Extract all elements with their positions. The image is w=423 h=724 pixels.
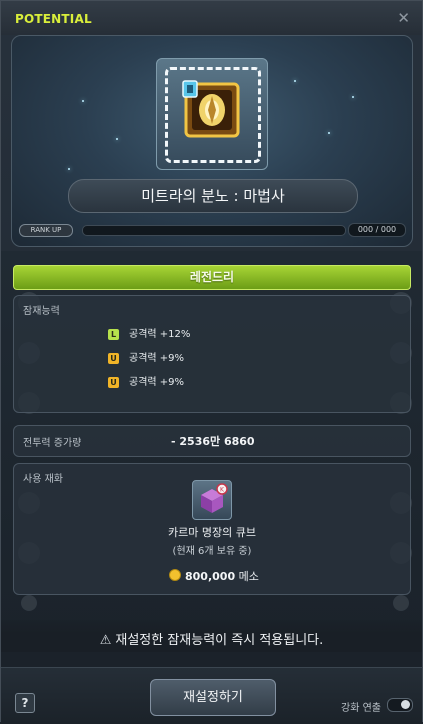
potential-option: L 공격력 +12% [108,325,191,340]
footer: ? 재설정하기 강화 연출 [1,667,422,724]
help-button[interactable]: ? [15,693,35,713]
potential-window: POTENTIAL ✕ 미트라의 분노 : 마법사 RANK UP 000 / … [0,0,423,724]
potential-option: U 공격력 +9% [108,349,185,364]
rank-up-button[interactable]: RANK UP [19,224,73,237]
sparkle [352,96,354,98]
materials-label: 사용 재화 [23,474,63,485]
option-text: 공격력 +9% [129,353,185,364]
unique-grade-icon: U [108,376,119,388]
cost-amount: 800,000 [185,570,236,583]
item-name: 미트라의 분노 : 마법사 [68,179,358,213]
cube-icon: K [201,483,228,513]
sparkle [82,100,84,102]
rank-progress-bar [82,225,346,236]
enhance-effect-label: 강화 연출 [341,703,381,714]
unique-grade-icon: U [108,352,119,364]
combat-power-value: - 2536만 6860 [171,435,255,448]
emblem-icon [182,80,240,138]
warning-icon: ⚠ [99,633,112,648]
notice-message: ⚠ 재설정한 잠재능력이 즉시 적용됩니다. [1,629,422,648]
enhance-effect-toggle[interactable] [387,698,413,712]
combat-power-panel: 전투력 증가량 - 2536만 6860 [13,425,411,457]
item-slot [156,58,268,170]
combat-power-label: 전투력 증가량 [23,438,82,449]
close-icon[interactable]: ✕ [397,9,410,27]
option-text: 공격력 +12% [129,329,191,340]
option-text: 공격력 +9% [129,377,185,388]
sparkle [294,80,296,82]
potential-grade-bar: 레전드리 [13,265,411,290]
item-stage: 미트라의 분노 : 마법사 RANK UP 000 / 000 [11,35,413,247]
legendary-grade-icon: L [108,328,119,340]
potential-panel: 잠재능력 L 공격력 +12% U 공격력 +9% U 공격력 +9% [13,295,411,413]
notice-text: 재설정한 잠재능력이 즉시 적용됩니다. [115,633,324,648]
potential-option: U 공격력 +9% [108,373,185,388]
notice-bar: ⚠ 재설정한 잠재능력이 즉시 적용됩니다. [1,620,422,652]
cube-slot: K [192,480,232,520]
materials-panel: 사용 재화 K 카르마 명장의 큐브 (현재 6개 보유 중) 800,000 … [13,463,411,595]
cube-name: 카르마 명장의 큐브 [168,526,256,539]
reset-button[interactable]: 재설정하기 [150,679,276,716]
cube-owned-count: (현재 6개 보유 중) [172,546,252,557]
potential-label: 잠재능력 [23,306,60,317]
toggle-knob [401,700,410,709]
title-bar[interactable]: POTENTIAL ✕ [1,1,422,35]
sparkle [116,138,118,140]
window-title: POTENTIAL [15,12,92,26]
rank-count: 000 / 000 [348,223,406,237]
meso-coin-icon [169,569,181,581]
meso-cost: 800,000 메소 [169,568,259,584]
cost-unit: 메소 [238,570,259,583]
sparkle [328,132,330,134]
sparkle [68,168,70,170]
